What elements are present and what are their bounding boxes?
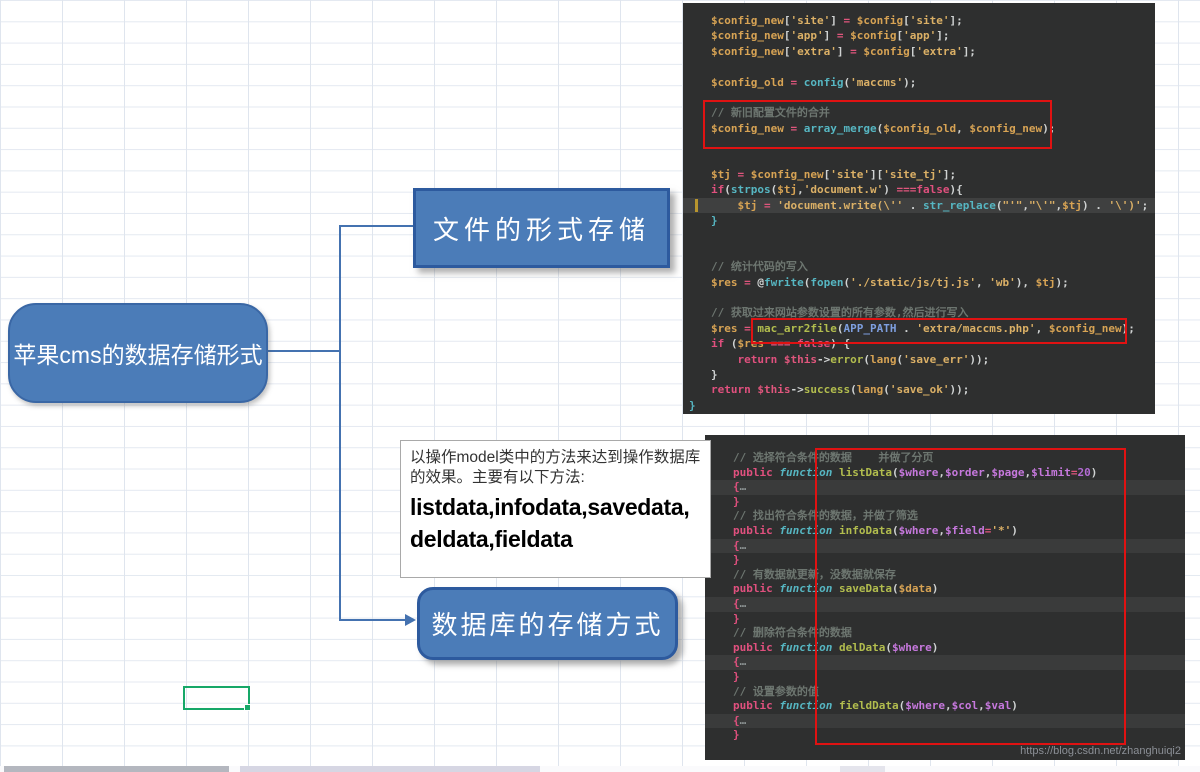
code-listing-model-methods: // 选择符合条件的数据 并做了分页public function listDa… [705, 435, 1185, 743]
note-textbox[interactable]: 以操作model类中的方法来达到操作数据库的效果。主要有以下方法: listda… [400, 440, 711, 578]
code-screenshot-config-save[interactable]: $config_new['site'] = $config['site'];$c… [683, 3, 1155, 414]
taskbar-segment [240, 766, 540, 772]
db-box-label: 数据库的存储方式 [431, 605, 663, 642]
note-intro-text: 以操作model类中的方法来达到操作数据库的效果。主要有以下方法: [410, 448, 701, 488]
taskbar-segment [840, 766, 885, 772]
connector-root-to-branch [265, 350, 341, 352]
connector-branch-vertical [339, 225, 341, 621]
taskbar-sliver [0, 766, 1200, 772]
file-box-label: 文件的形式存储 [433, 210, 650, 247]
connector-to-db-box [339, 619, 407, 621]
taskbar-segment [4, 766, 229, 772]
root-box-label: 苹果cms的数据存储形式 [13, 336, 262, 370]
fill-handle[interactable] [244, 704, 251, 711]
excel-sheet-canvas[interactable]: 苹果cms的数据存储形式 文件的形式存储 数据库的存储方式 以操作model类中… [0, 0, 1200, 772]
note-method-list: listdata,infodata,savedata,deldata,field… [410, 491, 701, 555]
code-screenshot-model-methods[interactable]: // 选择符合条件的数据 并做了分页public function listDa… [705, 435, 1185, 760]
shape-db-storage-box[interactable]: 数据库的存储方式 [417, 587, 678, 660]
csdn-watermark-url: https://blog.csdn.net/zhanghuiqi2 [1020, 745, 1181, 757]
code-listing-config-merge: $config_new['site'] = $config['site'];$c… [683, 3, 1155, 413]
connector-to-file-box [339, 225, 413, 227]
selected-cell-outline[interactable] [183, 686, 250, 710]
shape-file-storage-box[interactable]: 文件的形式存储 [413, 188, 670, 268]
shape-root-box[interactable]: 苹果cms的数据存储形式 [8, 303, 268, 403]
arrowhead-icon [405, 614, 416, 626]
